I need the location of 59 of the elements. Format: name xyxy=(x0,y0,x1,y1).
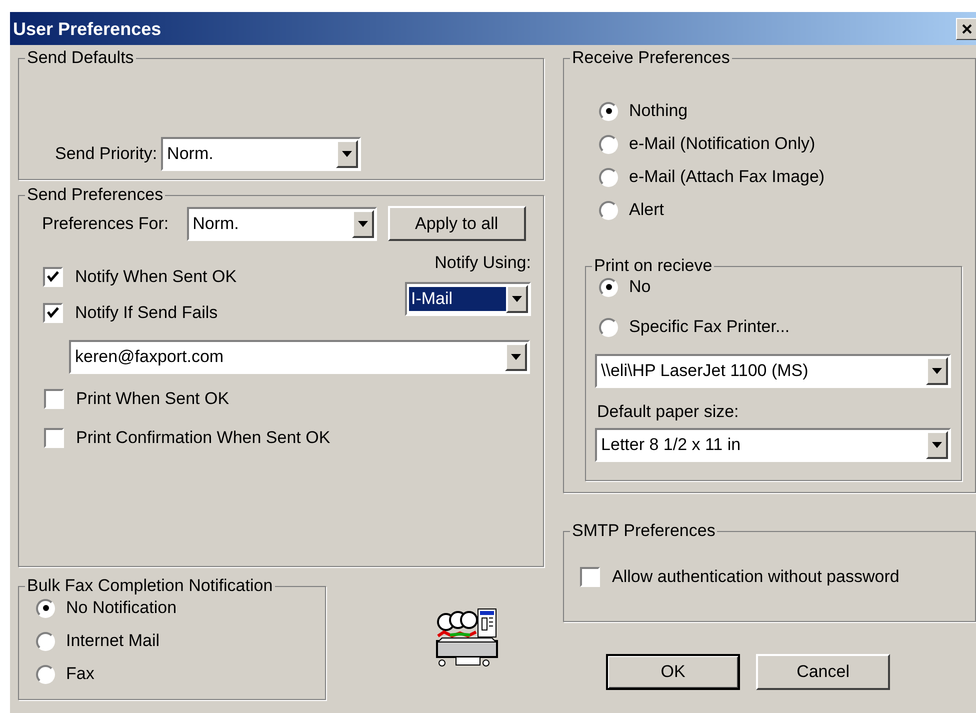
dropdown[interactable]: Norm. xyxy=(186,206,377,240)
checkbox-label: Notify If Send Fails xyxy=(75,303,218,323)
fax-machine-icon xyxy=(436,608,498,668)
dropdown[interactable]: \\eli\HP LaserJet 1100 (MS) xyxy=(595,354,952,388)
radio-button[interactable] xyxy=(599,200,618,220)
ok-button[interactable]: OK xyxy=(606,654,740,690)
caret-icon xyxy=(342,151,352,157)
radio-button[interactable] xyxy=(36,598,55,618)
dropdown[interactable]: Norm. xyxy=(161,137,362,171)
radio-button[interactable] xyxy=(599,168,618,186)
checkbox-label: Print When Sent OK xyxy=(76,389,230,409)
radio-label: No Notification xyxy=(66,598,177,618)
dropdown[interactable]: Letter 8 1/2 x 11 in xyxy=(595,428,952,462)
caret-icon xyxy=(512,296,522,302)
caret-icon xyxy=(932,368,942,374)
radio-button[interactable] xyxy=(599,278,618,296)
checkbox[interactable] xyxy=(44,428,64,448)
radio-button[interactable] xyxy=(599,318,618,336)
checkbox[interactable] xyxy=(43,303,63,323)
checkbox[interactable] xyxy=(580,567,600,587)
field-label: Preferences For: xyxy=(42,214,169,234)
checkbox-label: Notify When Sent OK xyxy=(75,267,237,287)
group-title: Print on recieve xyxy=(594,256,712,275)
field-label: Notify Using: xyxy=(434,253,531,273)
caret-icon xyxy=(358,220,368,226)
field-label: Send Priority: xyxy=(55,144,158,164)
checkbox[interactable] xyxy=(44,389,64,409)
radio-label: No xyxy=(629,277,651,297)
checkbox[interactable] xyxy=(43,267,63,287)
check-icon xyxy=(47,307,59,319)
apply-to-all-button[interactable]: Apply to all xyxy=(388,206,526,241)
radio-label: Fax xyxy=(66,664,94,684)
radio-label: Alert xyxy=(629,200,664,220)
radio-button[interactable] xyxy=(36,632,55,650)
radio-button[interactable] xyxy=(599,134,618,154)
field-label: Default paper size: xyxy=(596,401,740,422)
radio-button[interactable] xyxy=(599,102,618,120)
close-icon xyxy=(962,24,972,34)
group-title: Send Defaults xyxy=(27,48,134,67)
radio-label: e-Mail (Attach Fax Image) xyxy=(629,167,825,187)
window-title: User Preferences xyxy=(12,18,162,38)
group-title: Send Preferences xyxy=(27,185,164,204)
caret-icon xyxy=(511,354,521,360)
group-title: SMTP Preferences xyxy=(572,521,716,540)
checkbox-label: Print Confirmation When Sent OK xyxy=(76,428,330,448)
radio-label: Specific Fax Printer... xyxy=(629,317,790,337)
close-button[interactable] xyxy=(956,18,976,40)
radio-button[interactable] xyxy=(36,664,55,684)
check-icon xyxy=(47,271,59,283)
cancel-button[interactable]: Cancel xyxy=(756,654,890,690)
radio-label: e-Mail (Notification Only) xyxy=(629,134,816,154)
dropdown[interactable]: keren@faxport.com xyxy=(69,340,530,374)
dropdown[interactable]: I-Mail xyxy=(405,282,531,316)
radio-label: Internet Mail xyxy=(66,631,160,651)
group-title: Bulk Fax Completion Notification xyxy=(27,576,273,595)
checkbox-label: Allow authentication without password xyxy=(612,567,900,587)
radio-label: Nothing xyxy=(629,101,688,121)
caret-icon xyxy=(932,442,942,448)
group-title: Receive Preferences xyxy=(572,48,730,67)
